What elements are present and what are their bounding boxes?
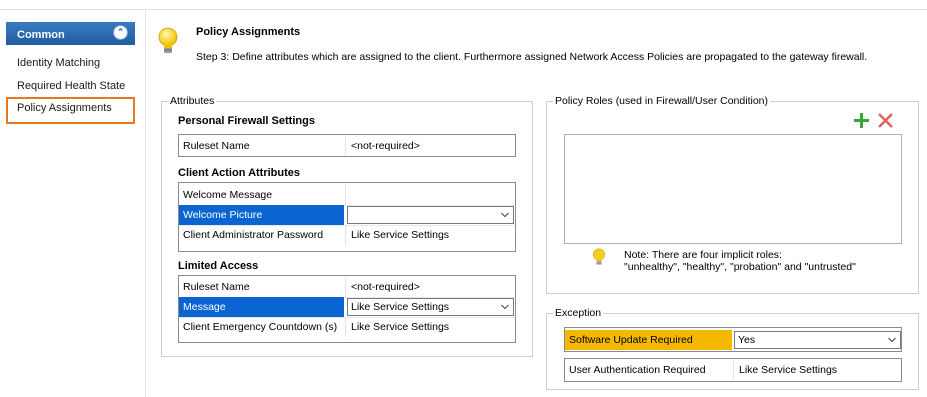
table-row[interactable]: Ruleset Name <not-required> (179, 136, 515, 156)
sidebar: Common ⌃ Identity Matching Required Heal… (0, 10, 146, 397)
exception-group: Exception Software Update Required Yes U… (546, 307, 919, 390)
combobox-value: Like Service Settings (351, 301, 450, 313)
chevron-up-icon[interactable]: ⌃ (113, 25, 128, 40)
policy-roles-group-title: Policy Roles (used in Firewall/User Cond… (553, 95, 770, 107)
policy-roles-group: Policy Roles (used in Firewall/User Cond… (546, 95, 919, 294)
table-row[interactable]: Message Like Service Settings (179, 297, 515, 317)
welcome-picture-combobox[interactable] (347, 206, 514, 224)
software-update-combobox[interactable]: Yes (734, 331, 901, 349)
row-label: Software Update Required (565, 330, 732, 350)
limited-access-grid: Ruleset Name <not-required> Message Like… (178, 275, 516, 343)
row-label: Welcome Picture (179, 205, 344, 225)
add-icon[interactable] (853, 112, 870, 129)
sidebar-item-identity-matching[interactable]: Identity Matching (6, 53, 135, 74)
row-label: Welcome Message (183, 189, 273, 201)
sidebar-item-label: Identity Matching (17, 57, 101, 69)
table-row[interactable]: Client Emergency Countdown (s) Like Serv… (179, 317, 515, 337)
row-value[interactable]: Like Service Settings (733, 360, 901, 380)
row-value[interactable]: <not-required> (345, 136, 515, 156)
row-label: User Authentication Required (569, 364, 706, 376)
row-label: Client Administrator Password (183, 229, 324, 241)
page-title: Policy Assignments (196, 26, 301, 38)
page-description: Step 3: Define attributes which are assi… (196, 51, 868, 63)
personal-firewall-title: Personal Firewall Settings (178, 115, 315, 127)
limited-access-title: Limited Access (178, 260, 259, 272)
sidebar-item-required-health-state[interactable]: Required Health State (6, 76, 135, 97)
combobox-value: Yes (738, 334, 756, 346)
row-label: Message (179, 297, 344, 317)
row-label: Ruleset Name (183, 140, 250, 152)
table-row[interactable]: User Authentication Required Like Servic… (565, 360, 901, 380)
table-row[interactable]: Software Update Required Yes (565, 330, 901, 350)
attributes-group: Attributes Personal Firewall Settings Ru… (161, 95, 533, 357)
row-label: Client Emergency Countdown (s) (183, 321, 338, 333)
policy-roles-list[interactable] (564, 134, 902, 244)
roles-note-line2: "unhealthy", "healthy", "probation" and … (624, 261, 856, 273)
row-value[interactable] (345, 185, 515, 205)
sidebar-header-label: Common (17, 29, 65, 41)
exception-grid-1: Software Update Required Yes (564, 327, 902, 352)
delete-icon[interactable] (877, 112, 894, 129)
sidebar-item-policy-assignments[interactable]: Policy Assignments (6, 97, 135, 124)
sidebar-header[interactable]: Common ⌃ (6, 22, 135, 45)
roles-note-line1: Note: There are four implicit roles: (624, 249, 782, 261)
attributes-group-title: Attributes (168, 95, 217, 107)
lightbulb-icon (158, 27, 178, 53)
table-row[interactable]: Ruleset Name <not-required> (179, 277, 515, 297)
dropdown-arrow-icon[interactable] (501, 303, 509, 311)
table-row[interactable]: Welcome Message (179, 185, 515, 205)
roles-note: Note: There are four implicit roles: "un… (624, 249, 856, 273)
row-value[interactable]: Like Service Settings (345, 317, 515, 337)
personal-firewall-grid: Ruleset Name <not-required> (178, 134, 516, 157)
row-value[interactable]: <not-required> (345, 277, 515, 297)
dropdown-arrow-icon[interactable] (501, 211, 509, 219)
message-combobox[interactable]: Like Service Settings (347, 298, 514, 316)
row-value[interactable]: Like Service Settings (345, 225, 515, 245)
table-row[interactable]: Welcome Picture (179, 205, 515, 225)
exception-group-title: Exception (553, 307, 604, 319)
table-row[interactable]: Client Administrator Password Like Servi… (179, 225, 515, 245)
sidebar-item-label: Required Health State (17, 80, 126, 92)
sidebar-item-label: Policy Assignments (17, 102, 112, 114)
row-label: Ruleset Name (183, 281, 250, 293)
dropdown-arrow-icon[interactable] (888, 336, 896, 344)
exception-grid-2: User Authentication Required Like Servic… (564, 358, 902, 382)
client-action-grid: Welcome Message Welcome Picture Client A… (178, 182, 516, 252)
lightbulb-icon (593, 248, 605, 265)
client-action-title: Client Action Attributes (178, 167, 301, 179)
